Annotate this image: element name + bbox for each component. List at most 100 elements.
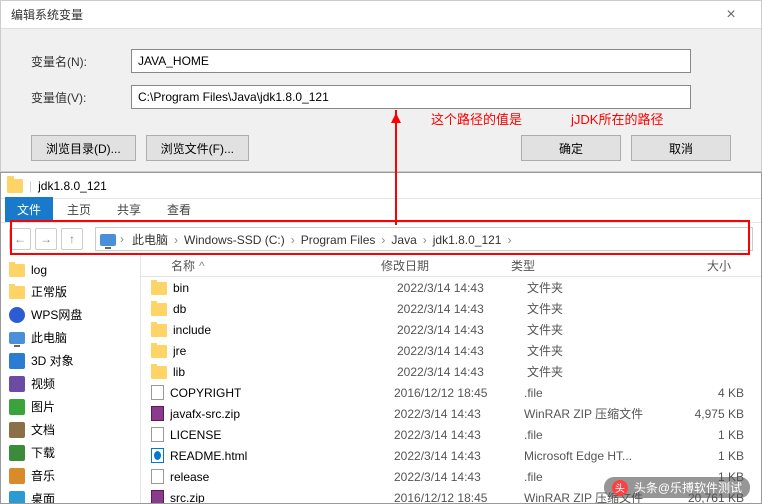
watermark: 头 头条@乐搏软件测试: [604, 477, 750, 498]
sidebar-item[interactable]: 正常版: [1, 280, 140, 303]
sidebar-item-label: 此电脑: [31, 329, 67, 346]
folder-icon: [7, 179, 23, 193]
folder-icon: [151, 366, 167, 379]
ok-button[interactable]: 确定: [521, 135, 621, 161]
sidebar-item[interactable]: log: [1, 259, 140, 280]
file-row[interactable]: jre2022/3/14 14:43文件夹: [141, 340, 761, 361]
file-type: 文件夹: [527, 321, 677, 338]
file-name: README.html: [170, 449, 394, 463]
file-row[interactable]: bin2022/3/14 14:43文件夹: [141, 277, 761, 298]
file-name: jre: [173, 344, 397, 358]
env-var-dialog: 编辑系统变量 × 变量名(N): 变量值(V): 这个路径的值是 jJDK所在的…: [0, 0, 762, 172]
file-name: javafx-src.zip: [170, 407, 394, 421]
file-row[interactable]: LICENSE2022/3/14 14:43.file1 KB: [141, 424, 761, 445]
sidebar-item-label: 3D 对象: [31, 352, 74, 369]
sidebar-item-label: 桌面: [31, 490, 55, 503]
file-icon: [151, 427, 164, 442]
file-date: 2016/12/12 18:45: [394, 491, 524, 504]
sidebar-item[interactable]: 图片: [1, 395, 140, 418]
file-name: bin: [173, 281, 397, 295]
file-icon: [151, 469, 164, 484]
browse-dir-button[interactable]: 浏览目录(D)...: [31, 135, 136, 161]
col-date[interactable]: 修改日期: [381, 257, 511, 274]
file-icon: [151, 385, 164, 400]
file-row[interactable]: COPYRIGHT2016/12/12 18:45.file4 KB: [141, 382, 761, 403]
folder-icon: [9, 264, 25, 277]
folder-icon: [9, 286, 25, 299]
browse-file-button[interactable]: 浏览文件(F)...: [146, 135, 249, 161]
var-name-label: 变量名(N):: [31, 53, 131, 70]
sidebar-item[interactable]: 此电脑: [1, 326, 140, 349]
file-row[interactable]: db2022/3/14 14:43文件夹: [141, 298, 761, 319]
file-row[interactable]: README.html2022/3/14 14:43Microsoft Edge…: [141, 445, 761, 466]
wps-icon: [9, 307, 25, 323]
sidebar-item[interactable]: 视频: [1, 372, 140, 395]
crumb-item[interactable]: 此电脑: [128, 233, 172, 247]
folder-icon: [151, 303, 167, 316]
col-name[interactable]: 名称^: [141, 257, 381, 274]
explorer-title: jdk1.8.0_121: [38, 179, 107, 193]
file-name: db: [173, 302, 397, 316]
tab-home[interactable]: 主页: [55, 197, 103, 222]
file-row[interactable]: include2022/3/14 14:43文件夹: [141, 319, 761, 340]
sidebar: log正常版WPS网盘此电脑3D 对象视频图片文档下载音乐桌面Windows-S…: [1, 255, 141, 503]
annotation-text-2: jJDK所在的路径: [571, 109, 663, 128]
annotation-text-1: 这个路径的值是: [431, 109, 522, 128]
var-value-input[interactable]: [131, 85, 691, 109]
file-name: include: [173, 323, 397, 337]
cancel-button[interactable]: 取消: [631, 135, 731, 161]
file-type: Microsoft Edge HT...: [524, 449, 674, 463]
file-type: 文件夹: [527, 279, 677, 296]
file-row[interactable]: lib2022/3/14 14:43文件夹: [141, 361, 761, 382]
zip-icon: [151, 406, 164, 421]
sidebar-item[interactable]: 音乐: [1, 464, 140, 487]
sidebar-item[interactable]: 桌面: [1, 487, 140, 503]
file-date: 2022/3/14 14:43: [397, 281, 527, 295]
dialog-title: 编辑系统变量: [11, 1, 83, 29]
desk-icon: [9, 491, 25, 504]
annotation-arrow: [395, 110, 397, 225]
sidebar-item[interactable]: 3D 对象: [1, 349, 140, 372]
sidebar-item-label: 正常版: [31, 283, 67, 300]
tab-share[interactable]: 共享: [105, 197, 153, 222]
sidebar-item-label: log: [31, 263, 47, 277]
tab-file[interactable]: 文件: [5, 197, 53, 222]
file-size: 4,975 KB: [674, 407, 754, 421]
sidebar-item-label: 下载: [31, 444, 55, 461]
watermark-icon: 头: [612, 480, 628, 496]
crumb-item[interactable]: jdk1.8.0_121: [429, 233, 506, 247]
nav-fwd-icon[interactable]: →: [35, 228, 57, 250]
breadcrumb[interactable]: › 此电脑›Windows-SSD (C:)›Program Files›Jav…: [95, 227, 753, 251]
sidebar-item[interactable]: 文档: [1, 418, 140, 441]
file-name: src.zip: [170, 491, 394, 504]
chevron-right-icon: ›: [118, 232, 126, 246]
pic-icon: [9, 399, 25, 415]
file-type: .file: [524, 386, 674, 400]
sidebar-item-label: 图片: [31, 398, 55, 415]
col-type[interactable]: 类型: [511, 257, 661, 274]
crumb-item[interactable]: Windows-SSD (C:): [180, 233, 289, 247]
crumb-item[interactable]: Program Files: [297, 233, 380, 247]
crumb-item[interactable]: Java: [387, 233, 420, 247]
file-size: 4 KB: [674, 386, 754, 400]
file-name: lib: [173, 365, 397, 379]
nav-up-icon[interactable]: ↑: [61, 228, 83, 250]
col-size[interactable]: 大小: [661, 257, 741, 274]
close-icon[interactable]: ×: [711, 1, 751, 29]
tab-view[interactable]: 查看: [155, 197, 203, 222]
file-size: 1 KB: [674, 449, 754, 463]
dialog-titlebar: 编辑系统变量 ×: [1, 1, 761, 29]
sidebar-item[interactable]: WPS网盘: [1, 303, 140, 326]
video-icon: [9, 376, 25, 392]
file-name: LICENSE: [170, 428, 394, 442]
file-list-header: 名称^ 修改日期 类型 大小: [141, 255, 761, 277]
file-date: 2022/3/14 14:43: [394, 449, 524, 463]
sidebar-item[interactable]: 下载: [1, 441, 140, 464]
file-row[interactable]: javafx-src.zip2022/3/14 14:43WinRAR ZIP …: [141, 403, 761, 424]
file-name: release: [170, 470, 394, 484]
nav-back-icon[interactable]: ←: [9, 228, 31, 250]
file-type: 文件夹: [527, 342, 677, 359]
folder-icon: [151, 345, 167, 358]
file-date: 2022/3/14 14:43: [394, 470, 524, 484]
var-name-input[interactable]: [131, 49, 691, 73]
